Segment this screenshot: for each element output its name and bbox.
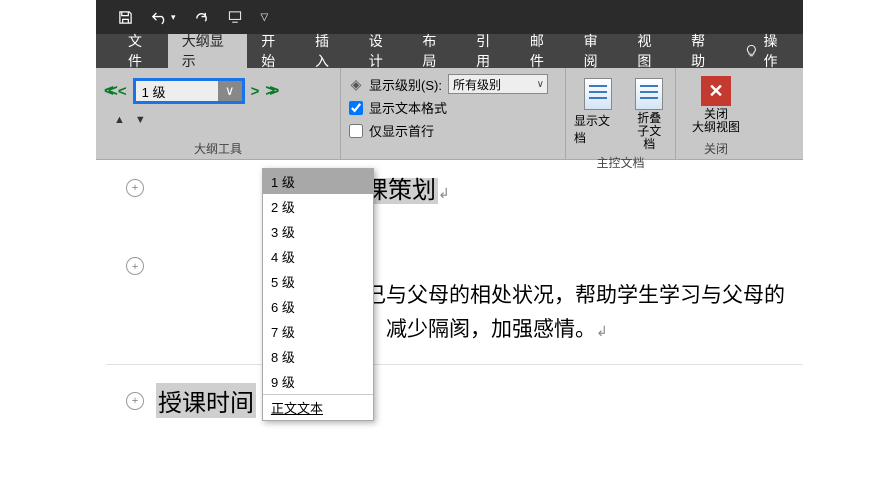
ribbon: << < 1 级 ∨ > >> ▲ ▼ 大纲工具 ◈ 显示级别(S): 所有级别… xyxy=(96,68,803,160)
tell-me-label: 操作 xyxy=(764,31,789,71)
move-down-icon[interactable]: ▼ xyxy=(135,114,146,126)
tab-file[interactable]: 文件 xyxy=(114,34,168,68)
touch-mode-icon[interactable] xyxy=(227,10,243,25)
show-first-line-checkbox[interactable] xyxy=(349,124,363,138)
body-text[interactable]: 了解自己与父母的相处状况，帮助学生学习与父母的 与技巧，减少隔阂，加强感情。↲ xyxy=(302,279,803,346)
outline-level-dropdown: 1 级 2 级 3 级 4 级 5 级 6 级 7 级 8 级 9 级 正文文本 xyxy=(262,168,374,421)
collapse-subdoc-button[interactable]: 折叠子文档 xyxy=(631,78,667,152)
promote-icon[interactable]: < xyxy=(118,83,127,100)
dropdown-item-level8[interactable]: 8 级 xyxy=(263,344,373,369)
tab-layout[interactable]: 布局 xyxy=(408,34,462,68)
dropdown-item-level3[interactable]: 3 级 xyxy=(263,219,373,244)
tab-insert[interactable]: 插入 xyxy=(301,34,355,68)
expand-collapse-icon[interactable]: + xyxy=(126,179,144,197)
dropdown-item-level2[interactable]: 2 级 xyxy=(263,194,373,219)
show-document-label: 显示文档 xyxy=(574,112,621,146)
document-icon xyxy=(635,78,663,110)
move-up-icon[interactable]: ▲ xyxy=(114,114,125,126)
group-label-master-doc: 主控文档 xyxy=(596,152,644,171)
document-canvas: + 司公开课策划↲ 小牛↲ + 了解自己与父母的相处状况，帮助学生学习与父母的 … xyxy=(96,160,803,418)
outline-level-value: 1 级 xyxy=(142,82,166,101)
document-icon xyxy=(584,78,612,110)
expand-collapse-icon[interactable]: + xyxy=(126,392,144,410)
dropdown-item-level5[interactable]: 5 级 xyxy=(263,269,373,294)
undo-icon[interactable]: ▾ xyxy=(151,10,176,25)
tab-references[interactable]: 引用 xyxy=(462,34,516,68)
collapse-subdoc-label: 折叠子文档 xyxy=(631,112,667,152)
redo-icon[interactable] xyxy=(194,10,209,25)
show-level-value: 所有级别 xyxy=(453,76,501,93)
dropdown-item-level1[interactable]: 1 级 xyxy=(263,169,373,194)
group-master-document: 显示文档 折叠子文档 主控文档 xyxy=(566,68,676,159)
show-level-label: 显示级别(S): xyxy=(369,75,442,94)
close-outline-label: 关闭大纲视图 xyxy=(692,108,740,134)
tab-tell-me[interactable]: 操作 xyxy=(731,34,803,68)
show-text-format-label: 显示文本格式 xyxy=(369,98,447,117)
dropdown-item-level7[interactable]: 7 级 xyxy=(263,319,373,344)
close-icon: ✕ xyxy=(701,76,731,106)
chevron-down-icon: ∨ xyxy=(537,79,544,90)
group-label-outline-tools: 大纲工具 xyxy=(104,138,332,157)
show-level-select[interactable]: 所有级别 ∨ xyxy=(448,74,548,94)
heading-1-time[interactable]: 授课时间 xyxy=(156,383,256,418)
tab-view[interactable]: 视图 xyxy=(623,34,677,68)
quick-access-toolbar: ▾ ▽ xyxy=(96,0,803,34)
dropdown-item-level4[interactable]: 4 级 xyxy=(263,244,373,269)
tab-review[interactable]: 审阅 xyxy=(570,34,624,68)
group-label-close: 关闭 xyxy=(704,138,728,157)
tab-mail[interactable]: 邮件 xyxy=(516,34,570,68)
group-outline-tools: << < 1 级 ∨ > >> ▲ ▼ 大纲工具 xyxy=(96,68,341,159)
lightbulb-icon xyxy=(745,44,758,58)
ribbon-tabs: 文件 大纲显示 开始 插入 设计 布局 引用 邮件 审阅 视图 帮助 操作 xyxy=(96,34,803,68)
tab-outline[interactable]: 大纲显示 xyxy=(168,34,247,68)
group-show-options: ◈ 显示级别(S): 所有级别 ∨ 显示文本格式 仅显示首行 xyxy=(341,68,566,159)
promote-to-heading1-icon[interactable]: << xyxy=(104,81,112,101)
outline-level-combo[interactable]: 1 级 ∨ xyxy=(133,78,245,104)
show-first-line-label: 仅显示首行 xyxy=(369,121,434,140)
tab-home[interactable]: 开始 xyxy=(247,34,301,68)
show-text-format-checkbox[interactable] xyxy=(349,101,363,115)
customize-qat-icon[interactable]: ▽ xyxy=(261,12,269,23)
separator xyxy=(106,364,803,365)
dropdown-item-bodytext[interactable]: 正文文本 xyxy=(263,394,373,420)
pilcrow-icon: ↲ xyxy=(438,187,450,202)
save-icon[interactable] xyxy=(118,10,133,25)
close-outline-button[interactable]: ✕ 关闭大纲视图 xyxy=(692,74,740,134)
show-level-icon: ◈ xyxy=(349,77,363,91)
demote-to-body-icon[interactable]: >> xyxy=(265,81,273,101)
chevron-down-icon: ∨ xyxy=(218,81,242,101)
dropdown-item-level9[interactable]: 9 级 xyxy=(263,369,373,394)
dropdown-item-level6[interactable]: 6 级 xyxy=(263,294,373,319)
tab-design[interactable]: 设计 xyxy=(355,34,409,68)
expand-collapse-icon[interactable]: + xyxy=(126,257,144,275)
demote-icon[interactable]: > xyxy=(251,83,260,100)
group-close: ✕ 关闭大纲视图 关闭 xyxy=(676,68,756,159)
show-document-button[interactable]: 显示文档 xyxy=(574,78,621,152)
tab-help[interactable]: 帮助 xyxy=(677,34,731,68)
